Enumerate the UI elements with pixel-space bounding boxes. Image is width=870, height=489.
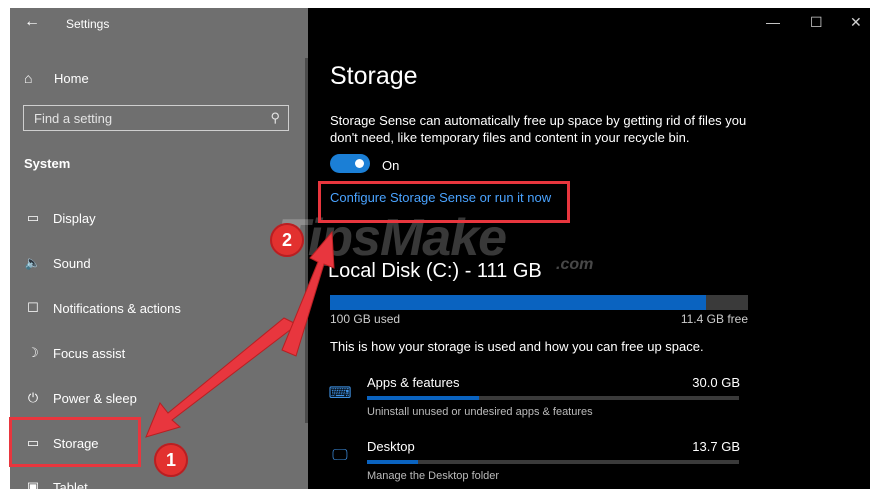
step-badge-1: 1 bbox=[154, 443, 188, 477]
arrow-overlay bbox=[145, 230, 335, 438]
step-badge-2: 2 bbox=[270, 223, 304, 257]
arrow-to-storage bbox=[145, 317, 300, 438]
